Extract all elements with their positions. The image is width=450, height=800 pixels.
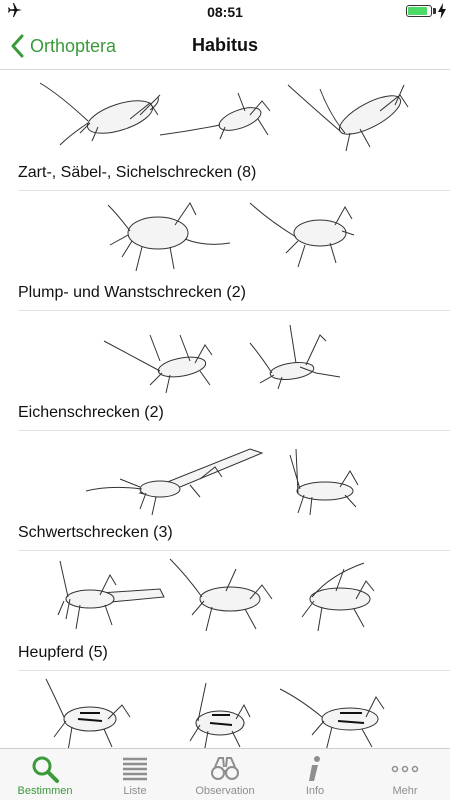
more-icon <box>391 765 419 773</box>
list-item[interactable]: Eichenschrecken (2) <box>18 311 450 431</box>
group-label: Schwertschrecken (3) <box>18 524 173 541</box>
tab-bar: Bestimmen Liste Observation Info Mehr <box>0 748 450 800</box>
navigation-bar: Orthoptera Habitus <box>0 22 450 70</box>
bush-cricket-drawing <box>287 84 409 152</box>
bush-cricket-drawing <box>169 558 273 632</box>
status-bar: 08:51 <box>0 0 450 22</box>
bush-cricket-drawing <box>159 92 271 140</box>
habitus-illustrations <box>0 75 450 161</box>
bush-cricket-drawing <box>249 324 341 390</box>
tab-observation[interactable]: Observation <box>180 749 270 800</box>
tab-info[interactable]: Info <box>270 749 360 800</box>
bush-cricket-drawing <box>107 202 231 272</box>
battery-icon <box>406 5 432 17</box>
list-item[interactable]: Heupferd (5) <box>18 551 450 671</box>
bush-cricket-drawing <box>45 678 131 748</box>
tab-liste[interactable]: Liste <box>90 749 180 800</box>
bush-cricket-drawing <box>39 82 161 146</box>
search-icon <box>32 756 59 783</box>
tab-mehr[interactable]: Mehr <box>360 749 450 800</box>
habitus-illustrations <box>0 195 450 281</box>
habitus-illustrations <box>0 435 450 521</box>
page-title: Habitus <box>191 35 258 55</box>
list-item[interactable]: Plump- und Wanstschrecken (2) <box>18 191 450 311</box>
bush-cricket-drawing <box>249 202 355 268</box>
bush-cricket-drawing <box>103 334 213 394</box>
list-item[interactable]: Schwertschrecken (3) <box>18 431 450 551</box>
tab-label: Bestimmen <box>17 785 73 797</box>
habitus-illustrations <box>0 555 450 641</box>
tab-bestimmen[interactable]: Bestimmen <box>0 749 90 800</box>
battery-tip <box>433 8 436 14</box>
group-label: Eichenschrecken (2) <box>18 404 164 421</box>
tab-label: Observation <box>195 785 255 797</box>
habitus-illustrations <box>0 315 450 401</box>
bush-cricket-drawing <box>85 448 264 516</box>
tab-label: Mehr <box>392 785 418 797</box>
battery-level <box>408 7 427 15</box>
bush-cricket-drawing <box>289 448 359 516</box>
list-item[interactable]: Zart-, Säbel-, Sichelschrecken (8) <box>18 71 450 191</box>
habitus-illustrations <box>0 675 450 748</box>
group-label: Zart-, Säbel-, Sichelschrecken (8) <box>18 164 257 181</box>
list-item[interactable] <box>18 671 450 748</box>
list-icon <box>123 757 147 781</box>
tab-label: Liste <box>123 785 147 797</box>
info-icon <box>309 756 320 781</box>
charging-icon <box>438 3 446 19</box>
group-label: Heupferd (5) <box>18 644 108 661</box>
bush-cricket-drawing <box>279 688 385 748</box>
bush-cricket-drawing <box>189 682 251 748</box>
status-time: 08:51 <box>207 4 243 20</box>
group-label: Plump- und Wanstschrecken (2) <box>18 284 246 301</box>
tab-label: Info <box>305 785 325 797</box>
bush-cricket-drawing <box>57 560 165 630</box>
binoculars-icon <box>211 757 239 780</box>
habitus-group-list[interactable]: Zart-, Säbel-, Sichelschrecken (8) Plump… <box>0 71 450 748</box>
bush-cricket-drawing <box>301 562 375 632</box>
